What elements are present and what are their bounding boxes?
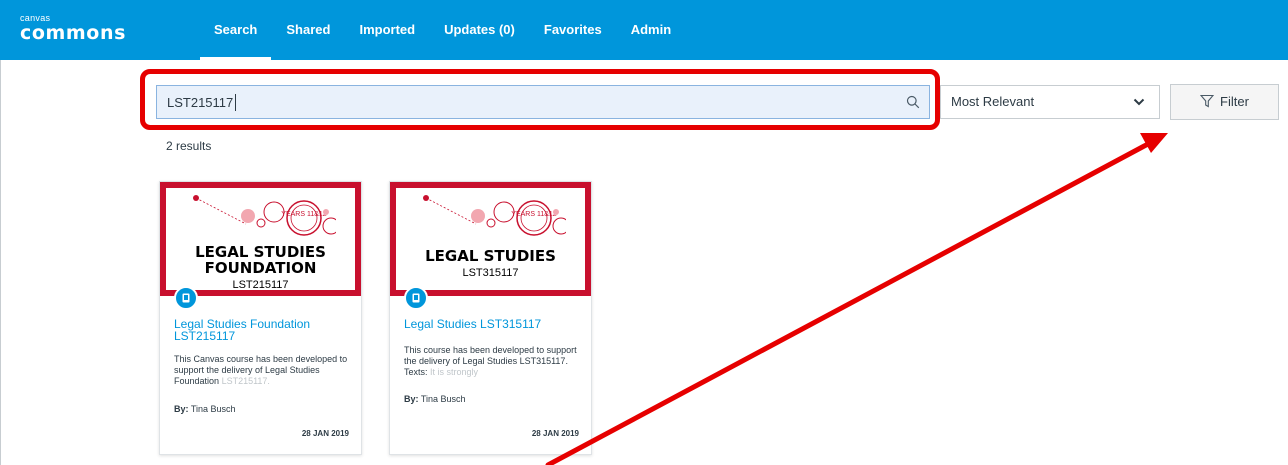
card-date: 28 JAN 2019 bbox=[301, 429, 349, 438]
course-thumbnail[interactable]: YEARS 11&12 LEGAL STUDIES LST315117 bbox=[390, 182, 591, 296]
thumb-title-line2: FOUNDATION bbox=[204, 259, 317, 277]
filter-button[interactable]: Filter bbox=[1170, 84, 1279, 120]
course-icon bbox=[412, 293, 420, 303]
nav-favorites[interactable]: Favorites bbox=[544, 0, 602, 60]
card-description: This Canvas course has been developed to… bbox=[174, 354, 350, 387]
result-card[interactable]: YEARS 11&12 LEGAL STUDIES FOUNDATION LST… bbox=[159, 181, 362, 455]
annotation-highlight-box bbox=[140, 69, 940, 130]
description-fade-text: It is strongly bbox=[430, 367, 479, 377]
nav-imported[interactable]: Imported bbox=[359, 0, 415, 60]
logo-big-text: commons bbox=[20, 22, 127, 44]
sort-selected-value: Most Relevant bbox=[951, 94, 1035, 109]
years-text: YEARS 11&12 bbox=[511, 211, 557, 218]
filter-label: Filter bbox=[1220, 94, 1249, 109]
canvas-commons-logo[interactable]: canvas commons bbox=[20, 14, 127, 44]
sort-select[interactable]: Most Relevant bbox=[940, 85, 1160, 119]
years-logo-graphic: YEARS 11&12 bbox=[423, 195, 566, 236]
author-name: Tina Busch bbox=[190, 404, 236, 414]
thumb-code: LST315117 bbox=[462, 267, 519, 279]
main-nav: Search Shared Imported Updates (0) Favor… bbox=[199, 0, 700, 60]
result-card[interactable]: YEARS 11&12 LEGAL STUDIES LST315117 Lega… bbox=[389, 181, 592, 455]
course-type-badge bbox=[404, 286, 428, 310]
course-type-badge bbox=[174, 286, 198, 310]
nav-shared[interactable]: Shared bbox=[286, 0, 330, 60]
card-author: By: Tina Busch bbox=[174, 404, 236, 414]
course-icon bbox=[182, 293, 190, 303]
by-label: By: bbox=[404, 394, 419, 404]
nav-updates[interactable]: Updates (0) bbox=[444, 0, 515, 60]
nav-search[interactable]: Search bbox=[199, 0, 272, 60]
by-label: By: bbox=[174, 404, 189, 414]
card-title-link[interactable]: Legal Studies LST315117 bbox=[404, 318, 584, 330]
card-author: By: Tina Busch bbox=[404, 394, 466, 404]
chevron-down-icon bbox=[1133, 98, 1145, 106]
description-fade-text: LST215117. bbox=[221, 376, 270, 386]
author-name: Tina Busch bbox=[420, 394, 466, 404]
years-logo-graphic: YEARS 11&12 bbox=[193, 195, 336, 236]
course-thumbnail[interactable]: YEARS 11&12 LEGAL STUDIES FOUNDATION LST… bbox=[160, 182, 361, 296]
years-text: YEARS 11&12 bbox=[281, 211, 327, 218]
funnel-icon bbox=[1199, 94, 1215, 108]
nav-admin[interactable]: Admin bbox=[631, 0, 671, 60]
top-nav-bar: canvas commons Search Shared Imported Up… bbox=[0, 0, 1288, 60]
card-title-link[interactable]: Legal Studies Foundation LST215117 bbox=[174, 318, 354, 342]
card-date: 28 JAN 2019 bbox=[531, 429, 579, 438]
results-count: 2 results bbox=[166, 139, 212, 153]
card-description: This course has been developed to suppor… bbox=[404, 345, 580, 378]
thumb-title-line1: LEGAL STUDIES bbox=[425, 247, 556, 265]
